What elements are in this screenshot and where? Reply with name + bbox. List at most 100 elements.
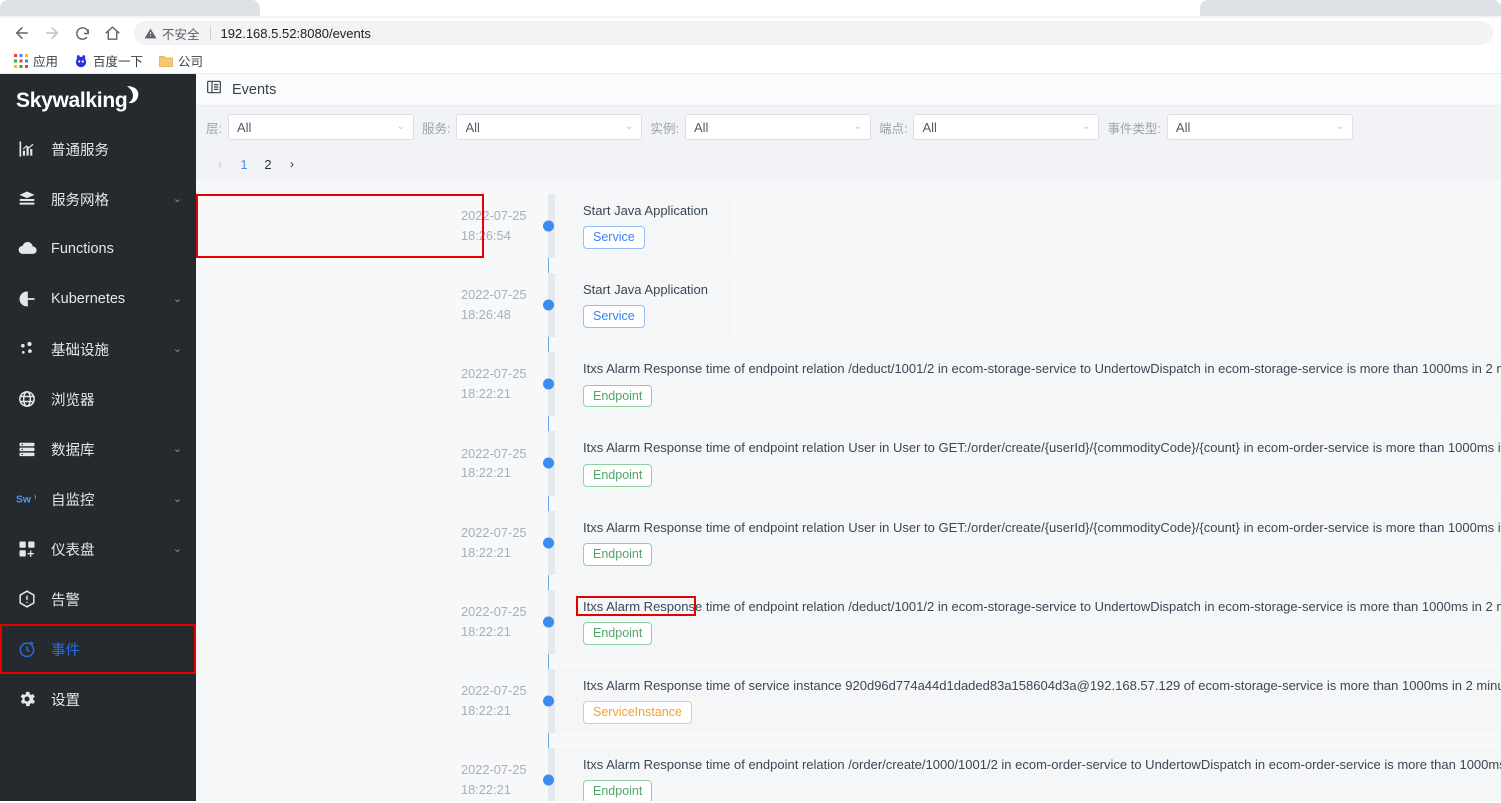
sidebar-item-label: 设置 — [51, 692, 80, 709]
event-row[interactable]: 2022-07-25 18:22:21 Itxs Alarm Response ti… — [196, 431, 1501, 496]
sidebar-item-self-monitoring[interactable]: Sw 自监控 ⌄ — [0, 474, 196, 524]
event-row[interactable]: 2022-07-25 18:26:54 Start Java Application… — [196, 194, 1501, 259]
event-scope-tag[interactable]: Endpoint — [583, 384, 653, 408]
filter-label: 事件类型: — [1107, 121, 1161, 136]
tabstrip-underline — [0, 16, 1501, 18]
event-card[interactable]: Start Java Application Service — [548, 273, 733, 338]
event-scope-tag[interactable]: Endpoint — [583, 542, 653, 566]
event-row[interactable]: 2022-07-25 18:22:21 Itxs Alarm Response ti… — [196, 510, 1501, 575]
event-scope-tag[interactable]: Endpoint — [583, 463, 653, 487]
collapse-panel-icon[interactable] — [206, 79, 222, 100]
event-card[interactable]: Itxs Alarm Response time of endpoint rel… — [548, 510, 1501, 575]
sidebar-item-browser[interactable]: 浏览器 — [0, 374, 196, 424]
sidebar-item-service-mesh[interactable]: 服务网格 ⌄ — [0, 174, 196, 224]
service-select[interactable]: All ⌄ — [456, 114, 643, 140]
event-scope-tag[interactable]: Service — [583, 226, 645, 250]
pagination-page-1[interactable]: 1 — [234, 153, 254, 175]
event-message: Itxs Alarm Response time of endpoint rel… — [583, 440, 1501, 456]
sidebar-item-alarm[interactable]: 告警 — [0, 574, 196, 624]
chevron-down-icon: ⌄ — [172, 542, 182, 555]
bookmark-folder[interactable]: 公司 — [153, 48, 209, 73]
event-card[interactable]: Itxs Alarm Response time of service inst… — [548, 668, 1501, 733]
sidebar-item-label: 告警 — [51, 592, 80, 609]
events-timeline: 2022-07-25 18:26:54 Start Java Application… — [196, 194, 1501, 801]
nodes-icon — [16, 338, 38, 360]
security-status[interactable]: 不安全 — [144, 24, 200, 43]
home-icon[interactable] — [98, 19, 126, 47]
back-arrow-icon[interactable] — [8, 19, 36, 47]
timeline-dot — [542, 457, 554, 469]
instance-select[interactable]: All ⌄ — [684, 114, 871, 140]
timeline-dot — [542, 774, 554, 786]
event-message: Start Java Application — [583, 203, 709, 218]
filter-service: 服务: All ⌄ — [422, 114, 643, 140]
event-card[interactable]: Itxs Alarm Response time of endpoint rel… — [548, 431, 1501, 496]
chevron-down-icon: ⌄ — [853, 121, 862, 132]
event-list: 2022-07-25 18:26:54 Start Java Application… — [196, 194, 1501, 801]
event-type-select[interactable]: All ⌄ — [1166, 114, 1353, 140]
bookmark-apps[interactable]: 应用 — [8, 48, 64, 73]
sidebar-item-label: 浏览器 — [51, 392, 95, 409]
pagination-next[interactable]: › — [282, 153, 302, 175]
event-date: 2022-07-25 — [461, 682, 527, 698]
event-clock-icon — [16, 638, 38, 660]
event-time: 18:26:54 — [461, 228, 511, 244]
sidebar-item-general-service[interactable]: 普通服务 — [0, 124, 196, 174]
event-timestamp: 2022-07-25 18:26:54 — [196, 194, 554, 258]
bookmark-label: 百度一下 — [93, 55, 144, 69]
url-text: 192.168.5.52:8080/events — [220, 25, 371, 41]
filter-endpoint: 端点: All ⌄ — [878, 114, 1100, 140]
filter-layer: 层: All ⌄ — [206, 114, 414, 140]
sidebar: Skywalking 普通服务 服务网格 ⌄ Functions Kuberne… — [0, 74, 196, 801]
cloud-icon — [16, 238, 38, 260]
event-card[interactable]: Itxs Alarm Response time of endpoint rel… — [548, 589, 1501, 654]
forward-arrow-icon[interactable] — [38, 19, 66, 47]
sidebar-item-functions[interactable]: Functions — [0, 224, 196, 274]
sidebar-item-kubernetes[interactable]: Kubernetes ⌄ — [0, 274, 196, 324]
pagination-page-2[interactable]: 2 — [258, 153, 278, 175]
address-bar[interactable]: 不安全 192.168.5.52:8080/events — [134, 21, 1493, 45]
sidebar-item-label: 普通服务 — [51, 142, 109, 159]
event-row[interactable]: 2022-07-25 18:26:48 Start Java Application… — [196, 273, 1501, 338]
alert-hexagon-icon — [16, 588, 38, 610]
event-card[interactable]: Itxs Alarm Response time of endpoint rel… — [548, 747, 1501, 801]
endpoint-select-value: All — [922, 119, 937, 135]
event-scope-tag[interactable]: Endpoint — [583, 621, 653, 645]
event-date: 2022-07-25 — [461, 603, 527, 619]
event-row[interactable]: 2022-07-25 18:22:21 Itxs Alarm Response ti… — [196, 747, 1501, 801]
filter-label: 端点: — [878, 121, 908, 136]
sidebar-item-dashboard[interactable]: 仪表盘 ⌄ — [0, 524, 196, 574]
events-timeline-scroll[interactable]: 2022-07-25 18:26:54 Start Java Application… — [196, 180, 1501, 801]
dashboard-grid-icon — [16, 538, 38, 560]
chevron-down-icon: ⌄ — [1335, 121, 1344, 132]
sidebar-item-infrastructure[interactable]: 基础设施 ⌄ — [0, 324, 196, 374]
sidebar-item-events[interactable]: 事件 — [0, 624, 196, 674]
event-row[interactable]: 2022-07-25 18:22:21 Itxs Alarm Response ti… — [196, 668, 1501, 733]
event-time: 18:22:21 — [461, 465, 511, 481]
event-timestamp: 2022-07-25 18:22:21 — [196, 669, 554, 733]
omnibox-divider — [209, 26, 211, 40]
event-row[interactable]: 2022-07-25 18:22:21 Itxs Alarm Response ti… — [196, 589, 1501, 654]
event-message: Itxs Alarm Response time of endpoint rel… — [583, 519, 1501, 535]
warning-triangle-icon — [144, 28, 157, 38]
app-shell: Skywalking 普通服务 服务网格 ⌄ Functions Kuberne… — [0, 74, 1501, 801]
page-title: Events — [232, 81, 277, 98]
sidebar-item-database[interactable]: 数据库 ⌄ — [0, 424, 196, 474]
event-card[interactable]: Itxs Alarm Response time of endpoint rel… — [548, 352, 1501, 417]
brand-logo[interactable]: Skywalking — [0, 78, 196, 124]
pagination-prev[interactable]: ‹ — [210, 153, 230, 175]
sidebar-item-settings[interactable]: 设置 — [0, 674, 196, 724]
event-scope-tag[interactable]: Service — [583, 305, 645, 329]
endpoint-select[interactable]: All ⌄ — [913, 114, 1100, 140]
bookmark-label: 公司 — [178, 55, 204, 69]
layer-select[interactable]: All ⌄ — [227, 114, 414, 140]
event-scope-tag[interactable]: Endpoint — [583, 780, 653, 801]
event-date: 2022-07-25 — [461, 445, 527, 461]
filter-bar: 层: All ⌄ 服务: All ⌄ 实例: All ⌄ 端点: All ⌄ 事… — [196, 106, 1501, 148]
bookmark-baidu[interactable]: 百度一下 — [68, 48, 149, 73]
event-card[interactable]: Start Java Application Service — [548, 194, 733, 259]
event-row[interactable]: 2022-07-25 18:22:21 Itxs Alarm Response ti… — [196, 352, 1501, 417]
reload-icon[interactable] — [68, 19, 96, 47]
event-scope-tag[interactable]: ServiceInstance — [583, 701, 692, 724]
folder-icon — [159, 55, 173, 67]
